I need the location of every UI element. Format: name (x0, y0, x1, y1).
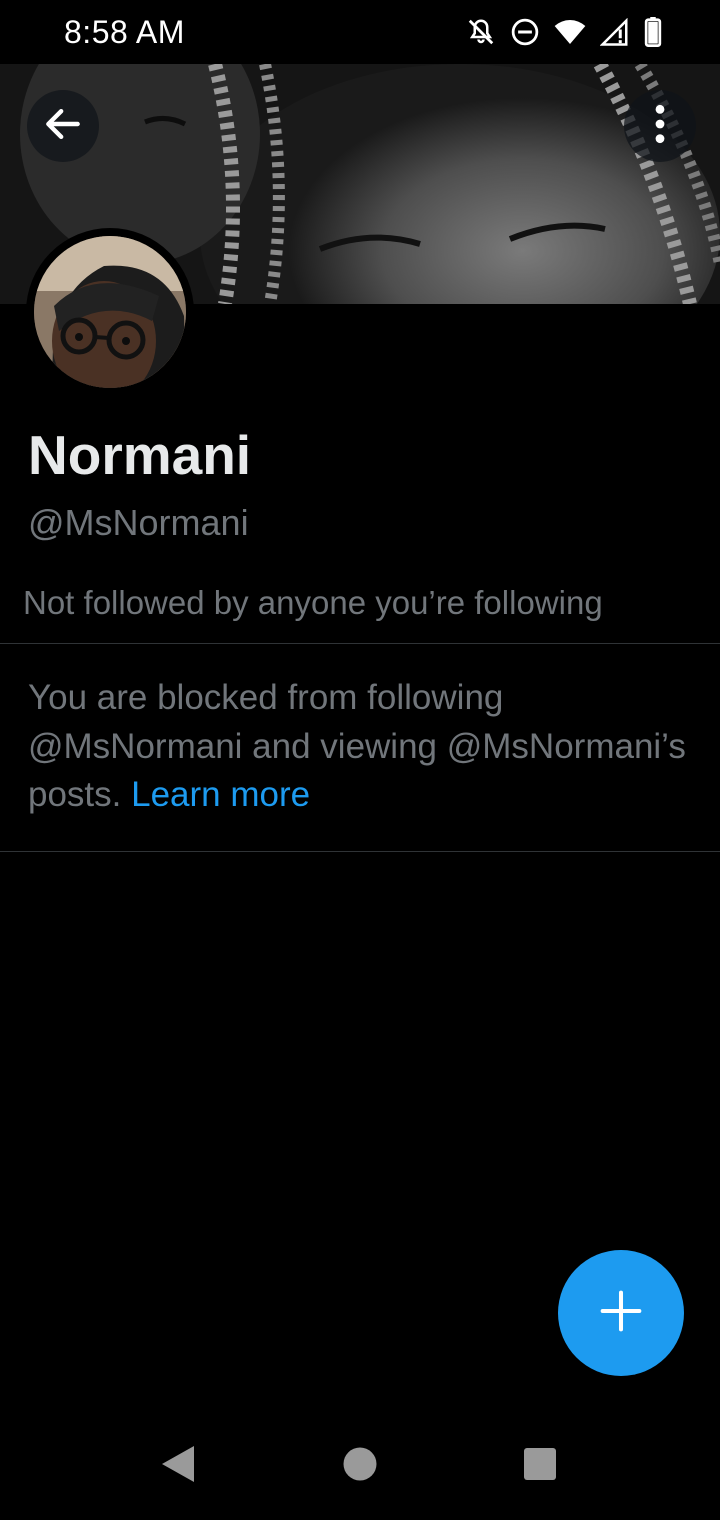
plus-icon (599, 1289, 643, 1338)
battery-icon (644, 17, 662, 47)
nav-home-button[interactable] (340, 1446, 380, 1486)
nav-home-icon (342, 1446, 378, 1487)
nav-recents-button[interactable] (520, 1446, 560, 1486)
do-not-disturb-icon (510, 17, 540, 47)
followed-by-note: Not followed by anyone you’re following (23, 584, 603, 621)
avatar-frame[interactable] (26, 228, 194, 396)
display-name: Normani (28, 424, 252, 486)
blocked-message: You are blocked from following @MsNorman… (28, 678, 686, 814)
status-time: 8:58 AM (64, 13, 185, 50)
nav-recents-icon (522, 1446, 558, 1487)
user-handle: @MsNormani (28, 502, 249, 543)
profile-screen: 8:58 AM Normani @MsNormani Not followed … (0, 0, 720, 1520)
cellular-signal-icon (600, 18, 630, 46)
avatar-image (34, 236, 186, 388)
blocked-notice: You are blocked from following @MsNorman… (28, 674, 688, 820)
status-bar: 8:58 AM (0, 0, 720, 64)
avatar (34, 236, 186, 388)
more-vertical-icon (640, 102, 680, 151)
arrow-left-icon (41, 102, 85, 151)
compose-post-button[interactable] (558, 1250, 684, 1376)
notifications-off-icon (466, 17, 496, 47)
more-options-button[interactable] (624, 90, 696, 162)
back-button[interactable] (27, 90, 99, 162)
wifi-icon (554, 18, 586, 46)
learn-more-link[interactable]: Learn more (131, 775, 310, 814)
status-icons (466, 17, 662, 47)
divider (0, 851, 720, 852)
divider (0, 643, 720, 644)
nav-back-button[interactable] (158, 1444, 198, 1489)
nav-back-icon (160, 1444, 196, 1489)
